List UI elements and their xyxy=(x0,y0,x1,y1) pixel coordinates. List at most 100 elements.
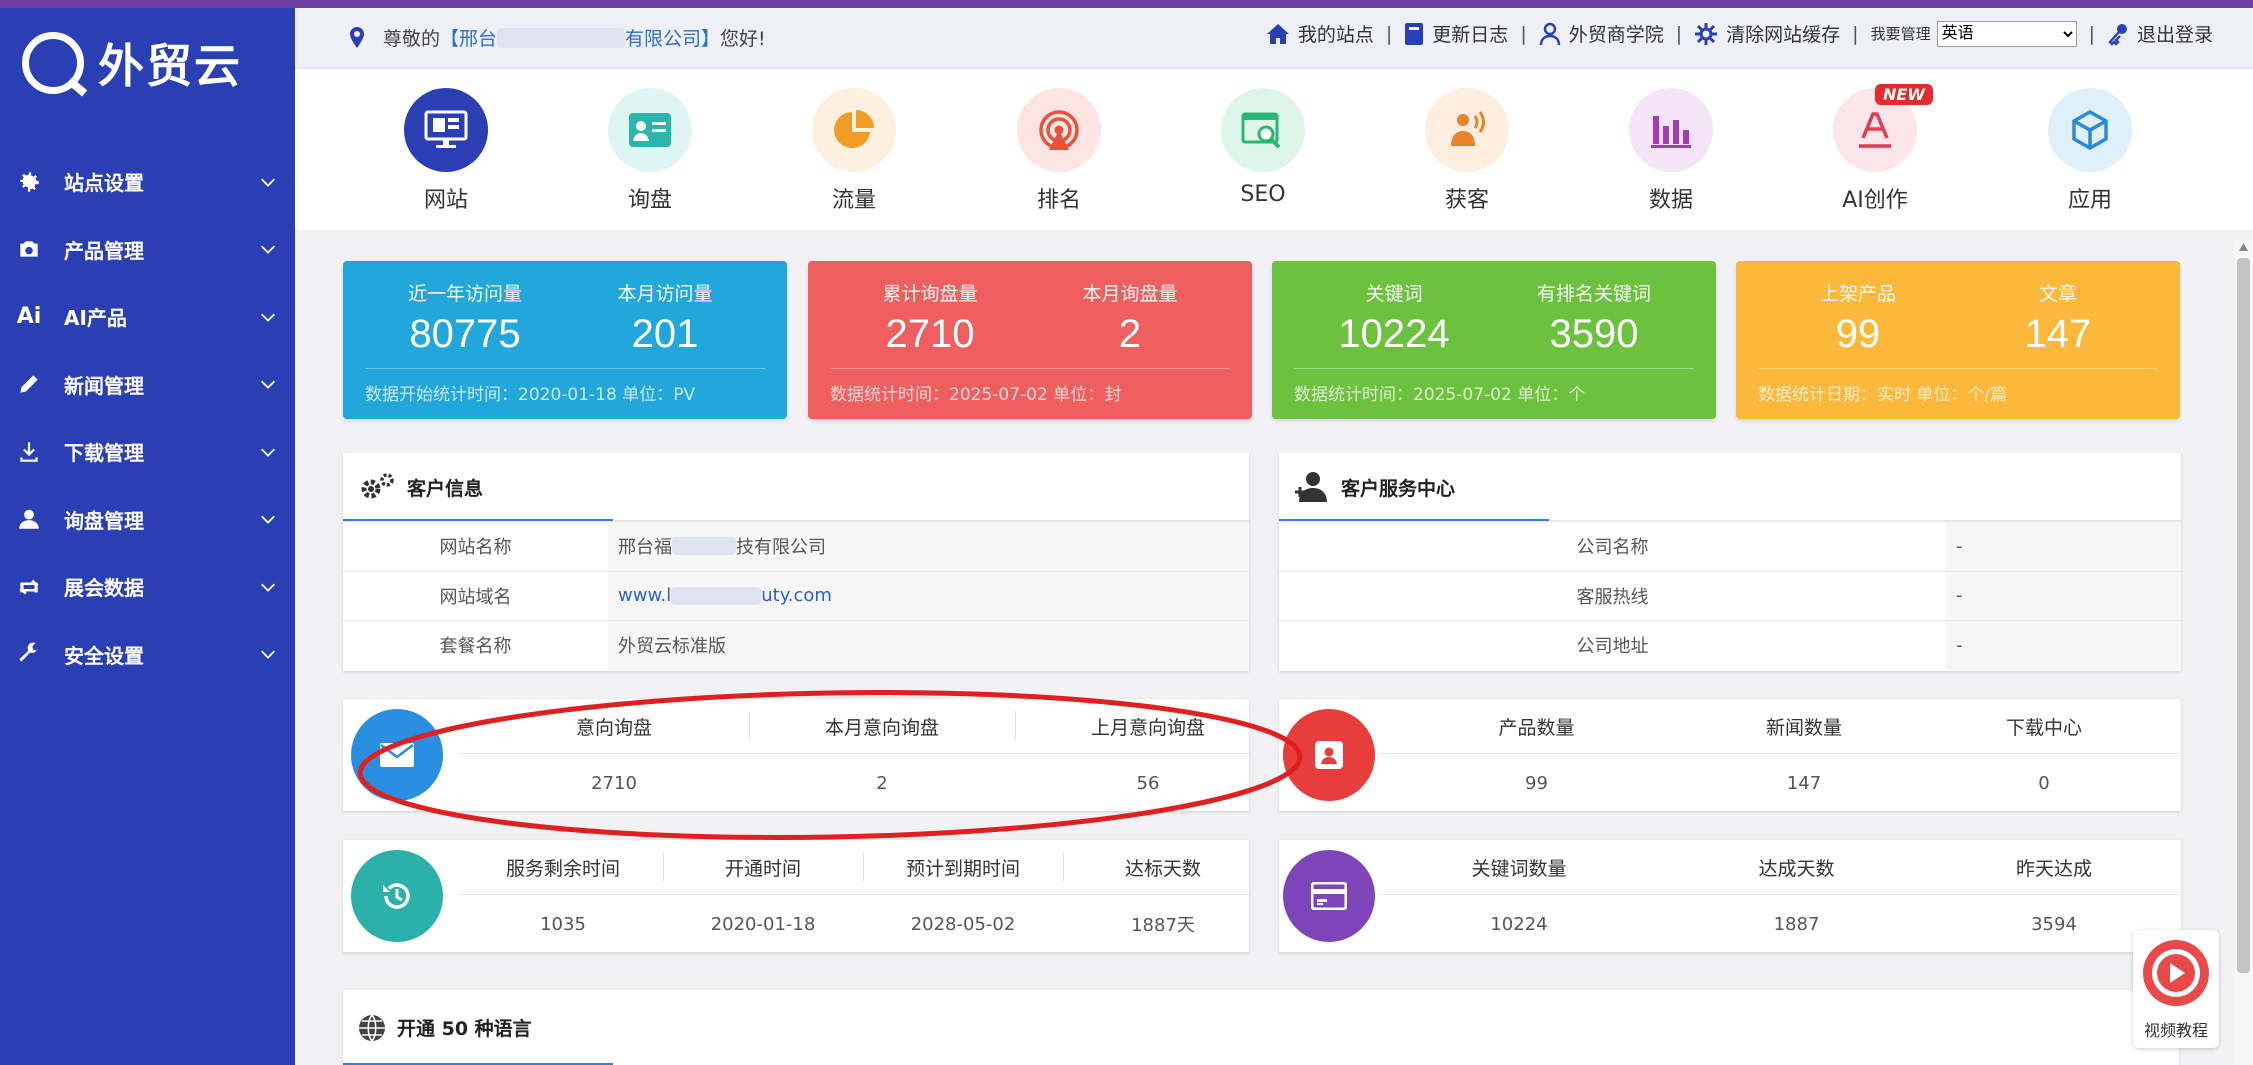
quick-item-apps[interactable]: 应用 xyxy=(2035,88,2145,214)
sidebar-item-news[interactable]: 新闻管理 xyxy=(0,351,295,419)
stat-label: 文章 xyxy=(2038,283,2077,305)
stat-label: 累计询盘量 xyxy=(882,283,978,305)
stat-label: 近一年访问量 xyxy=(407,283,522,305)
academy-label: 外贸商学院 xyxy=(1568,24,1664,46)
history-icon xyxy=(351,850,443,942)
stat-card-products[interactable]: 上架产品 99 文章 147 数据统计日期：实时 单位：个/篇 xyxy=(1736,261,2180,419)
stat-card-inquiries[interactable]: 累计询盘量 2710 本月询盘量 2 数据统计时间：2025-07-02 单位：封 xyxy=(808,261,1252,419)
divider xyxy=(1294,368,1694,369)
redacted-text xyxy=(671,586,762,605)
quick-item-website[interactable]: 网站 xyxy=(391,88,501,214)
quick-item-leads[interactable]: 获客 xyxy=(1412,88,1522,214)
info-value: - xyxy=(1946,621,2181,670)
scroll-up-arrow-icon[interactable] xyxy=(2239,243,2248,251)
inquiry-card-icon xyxy=(608,88,692,172)
stat-label: 本月询盘量 xyxy=(1082,283,1178,305)
mini-value: 2020-01-18 xyxy=(710,913,816,935)
chevron-down-icon xyxy=(261,245,275,255)
sidebar-item-security[interactable]: 安全设置 xyxy=(0,621,295,689)
sidebar-item-downloads[interactable]: 下载管理 xyxy=(0,418,295,486)
service-row-company: 公司名称 - xyxy=(1279,521,2181,571)
sidebar-item-label: 展会数据 xyxy=(64,576,144,601)
sidebar-item-label: 站点设置 xyxy=(64,171,144,196)
divider xyxy=(863,852,864,882)
stat-card-visits[interactable]: 近一年访问量 80775 本月访问量 201 数据开始统计时间：2020-01-18… xyxy=(343,261,787,419)
info-value: - xyxy=(1946,571,2181,620)
new-badge: NEW xyxy=(1875,84,1933,105)
nav-separator: | xyxy=(1852,22,1859,45)
quick-access-bar: 网站 询盘 流量 排名 SEO 获客 数据 NEW AI创作 应用 xyxy=(295,70,2253,230)
info-key: 公司地址 xyxy=(1576,636,1649,658)
divider xyxy=(365,368,765,369)
keyword-summary-box[interactable]: 关键词数量 达成天数 昨天达成 10224 1887 3594 xyxy=(1279,840,2181,952)
domain-link[interactable]: www.l uty.com xyxy=(608,571,1249,620)
stat-value: 80775 xyxy=(409,312,521,356)
download-icon xyxy=(14,437,44,467)
mini-header: 达标天数 xyxy=(1124,857,1201,880)
info-key: 客服热线 xyxy=(1576,586,1649,608)
chevron-down-icon xyxy=(261,313,275,322)
mini-value: 1887天 xyxy=(1131,915,1195,936)
clear-cache-label: 清除网站缓存 xyxy=(1726,24,1841,46)
ai-icon: Ai xyxy=(16,304,42,330)
card-icon xyxy=(1283,850,1375,942)
quick-item-ranking[interactable]: 排名 xyxy=(1004,88,1114,214)
sidebar-item-ai-products[interactable]: Ai AI产品 xyxy=(0,283,295,351)
sidebar-item-label: 安全设置 xyxy=(64,643,144,668)
stat-value: 201 xyxy=(631,312,699,356)
info-value-end: 技有限公司 xyxy=(736,537,826,559)
wrench-icon xyxy=(14,639,44,669)
sidebar-item-site-settings[interactable]: 站点设置 xyxy=(0,148,295,216)
divider xyxy=(663,852,664,882)
redacted-text xyxy=(672,537,736,556)
my-site-link[interactable]: 我的站点 xyxy=(1266,20,1374,47)
book-icon xyxy=(1405,22,1424,45)
changelog-link[interactable]: 更新日志 xyxy=(1404,20,1508,47)
nav-separator: | xyxy=(1520,22,1527,45)
sidebar-item-inquiries[interactable]: 询盘管理 xyxy=(0,486,295,554)
panel-header: 开通 50 种语言 xyxy=(343,990,2179,1065)
clear-cache-link[interactable]: 清除网站缓存 xyxy=(1694,20,1840,47)
stat-label: 上架产品 xyxy=(1819,283,1896,305)
scrollbar-thumb[interactable] xyxy=(2237,258,2250,973)
stat-value: 99 xyxy=(1835,312,1881,356)
quick-item-label: 排名 xyxy=(1036,188,1081,213)
sidebar-item-products[interactable]: 产品管理 xyxy=(0,216,295,284)
quick-item-data[interactable]: 数据 xyxy=(1616,88,1726,214)
quick-item-seo[interactable]: SEO xyxy=(1208,88,1318,207)
panel-header: 客户服务中心 xyxy=(1279,453,2181,521)
video-tutorial-label: 视频教程 xyxy=(2143,1021,2208,1040)
panel-title: 客户信息 xyxy=(407,477,484,500)
manage-label: 我要管理 xyxy=(1870,25,1931,43)
bar-chart-icon xyxy=(1629,88,1713,172)
academy-link[interactable]: 外贸商学院 xyxy=(1539,20,1664,47)
gears-icon xyxy=(361,473,394,499)
video-tutorial-widget[interactable]: 视频教程 xyxy=(2133,930,2219,1048)
info-key: 公司名称 xyxy=(1576,537,1649,559)
info-value: 外贸云标准版 xyxy=(608,621,1249,670)
page-scrollbar[interactable] xyxy=(2234,240,2253,1065)
quick-item-ai-create[interactable]: NEW AI创作 xyxy=(1820,84,1933,214)
language-select[interactable]: 英语 xyxy=(1936,20,2077,47)
sidebar-item-exhibitions[interactable]: 展会数据 xyxy=(0,553,295,621)
quick-item-label: 询盘 xyxy=(627,188,672,213)
panel-title: 客户服务中心 xyxy=(1341,477,1456,500)
quick-item-traffic[interactable]: 流量 xyxy=(799,88,909,214)
redacted-text xyxy=(497,27,626,48)
divider xyxy=(459,894,1249,895)
company-name-end: 有限公司】 xyxy=(625,28,721,50)
tab-underline xyxy=(1279,519,1549,521)
stat-card-keywords[interactable]: 关键词 10224 有排名关键词 3590 数据统计时间：2025-07-02 单位… xyxy=(1272,261,1716,419)
service-time-box[interactable]: 服务剩余时间 开通时间 预计到期时间 达标天数 1035 2020-01-18 … xyxy=(343,840,1249,952)
brand-logo[interactable]: 外贸云 xyxy=(22,30,242,96)
content-summary-box[interactable]: 产品数量 新闻数量 下载中心 99 147 0 xyxy=(1279,699,2181,811)
divider xyxy=(830,368,1230,369)
gear-icon xyxy=(14,167,44,197)
divider xyxy=(1063,852,1064,882)
stat-footer: 数据统计日期：实时 单位：个/篇 xyxy=(1758,385,2008,405)
mini-header: 新闻数量 xyxy=(1765,716,1842,739)
mini-value: 10224 xyxy=(1490,913,1548,935)
info-value-end: uty.com xyxy=(761,585,832,607)
quick-item-inquiry[interactable]: 询盘 xyxy=(595,88,705,214)
logout-link[interactable]: 退出登录 xyxy=(2107,20,2213,47)
